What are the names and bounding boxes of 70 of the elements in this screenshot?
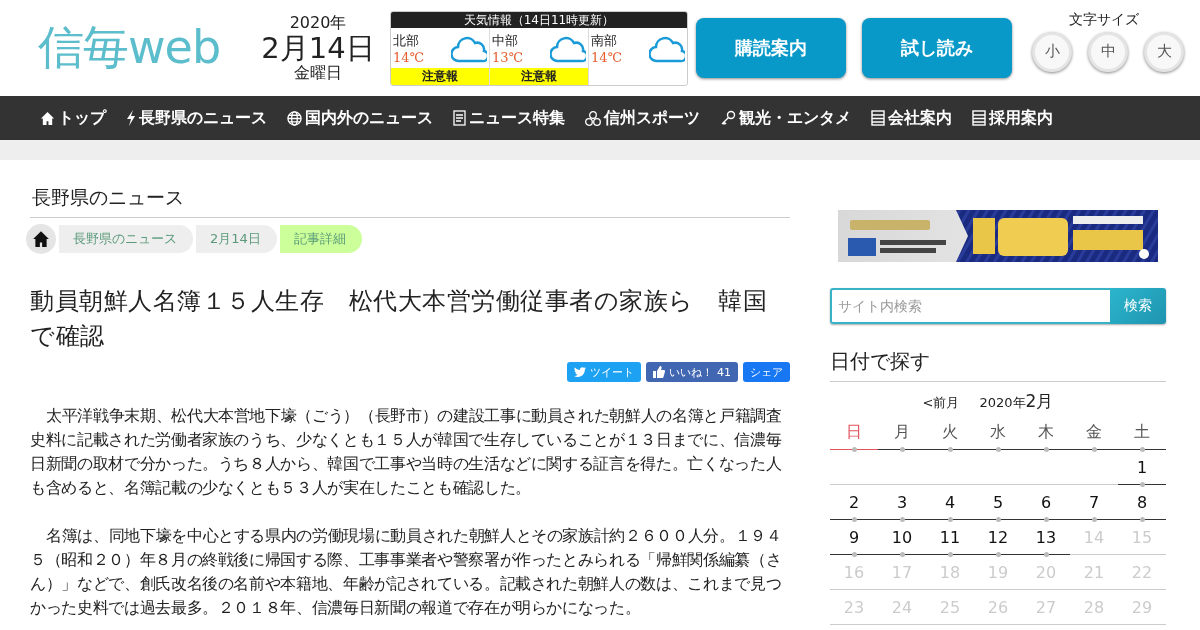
balls-icon [585,110,601,126]
cloud-icon [451,34,487,63]
like-button[interactable]: いいね！ 41 [646,362,738,382]
calendar-day[interactable]: 7 [1088,492,1100,512]
home-button[interactable] [26,224,56,254]
nav-link[interactable]: ニュース特集 [453,107,565,129]
previous-month-link[interactable]: <前月 [922,394,960,412]
bolt-icon [126,110,136,126]
weekday-label: 木 [1038,421,1054,443]
calendar-day[interactable]: 12 [987,527,1009,547]
bird-icon [574,367,586,377]
section-title: 長野県のニュース [30,160,790,218]
document-icon [453,110,466,126]
calendar-day[interactable]: 9 [848,527,860,547]
calendar-day[interactable]: 13 [1035,527,1057,547]
temperature: 13℃ [492,50,524,65]
weekday-label: 土 [1134,421,1150,443]
thumbs-up-icon [653,366,665,378]
nav-link[interactable]: 長野県のニュース [126,107,267,129]
nav-link[interactable]: 採用案内 [972,107,1053,129]
key-icon [720,110,736,126]
nav-link[interactable]: 信州スポーツ [585,107,700,129]
weekday-label: 金 [1086,421,1102,443]
share-button[interactable]: シェア [743,362,790,382]
globe-icon [287,110,302,126]
temperature: 14℃ [591,50,623,65]
region-name: 北部 [393,32,420,50]
calendar-day[interactable]: 11 [939,527,961,547]
calendar-day[interactable]: 2 [848,492,860,512]
home-icon [32,230,50,248]
region-name: 中部 [492,32,519,50]
calendar-day[interactable]: 4 [944,492,956,512]
weekday-text: 金曜日 [293,65,343,81]
article-title: 動員朝鮮人名簿１５人生存 松代大本営労働従事者の家族ら 韓国で確認 [30,286,768,352]
nav-link[interactable]: 観光・エンタメ [720,107,851,129]
calendar-day[interactable]: 3 [896,492,908,512]
warning-badge: 注意報 [391,67,489,85]
weather-title: 天気情報（14日11時更新） [391,11,687,28]
cloud-icon [649,34,685,63]
year-text: 2020年 [288,15,348,31]
article-paragraph: 太平洋戦争末期、松代大本営地下壕（ごう）（長野市）の建設工事に動員された朝鮮人の名簿と戸籍調査史料に記載された労働者家族のうち、少なくとも１５人が韓国で生存していることが１３日までに、信濃毎日新聞の取材で分かった。うち８人から、韓国で工事や当時の生活などに関する証言を得た。亡くなった人も含めると、名簿記載の少なくとも５３人が実在したことも確認した。 [30,405,783,499]
list-icon [871,110,885,126]
calendar-year: 2020年 [979,395,1026,412]
weekday-label: 月 [894,421,910,443]
font-size-button[interactable]: 小 [1032,31,1072,72]
calendar-month: 2月 [1025,390,1054,413]
date-text: 2月14日 [260,34,376,63]
weekday-label: 水 [990,421,1006,443]
calendar-title: 日付で探す [830,348,1166,382]
weekday-label: 日 [846,421,862,443]
warning-badge: 注意報 [490,67,588,85]
nav-link[interactable]: トップ [40,107,106,129]
calendar-day[interactable]: 8 [1136,492,1148,512]
calendar-day[interactable]: 5 [992,492,1004,512]
font-size-label: 文字サイズ [1069,10,1139,29]
font-size-button[interactable]: 中 [1088,31,1128,72]
calendar-day[interactable]: 10 [891,527,913,547]
region-name: 南部 [591,32,618,50]
list-icon [972,110,986,126]
temperature: 14℃ [393,50,425,65]
font-size-button[interactable]: 大 [1144,31,1184,72]
cloud-icon [550,34,586,63]
nav-link[interactable]: 会社案内 [871,107,952,129]
search-field[interactable]: サイト内検索 [830,288,1110,324]
home-icon [40,110,55,126]
nav-link[interactable]: 国内外のニュース [287,107,433,129]
calendar-day[interactable]: 6 [1040,492,1052,512]
article-paragraph: 名簿は、同地下壕を中心とする県内の労働現場に動員された朝鮮人とその家族計約２６００人分。１９４５（昭和２０）年８月の終戦後に帰国する際、工事事業者や警察署が作ったとみられる「帰鮮関係編纂（さん）」などで、創氏改名後の名前や本籍地、年齢が記されている。記載された朝鮮人の数は、これまで見つかった史料では過去最多。２０１８年、信濃毎日新聞の報道で存在が明らかになった。 [30,525,783,619]
weekday-label: 火 [942,421,958,443]
calendar-day[interactable]: 1 [1136,457,1148,477]
